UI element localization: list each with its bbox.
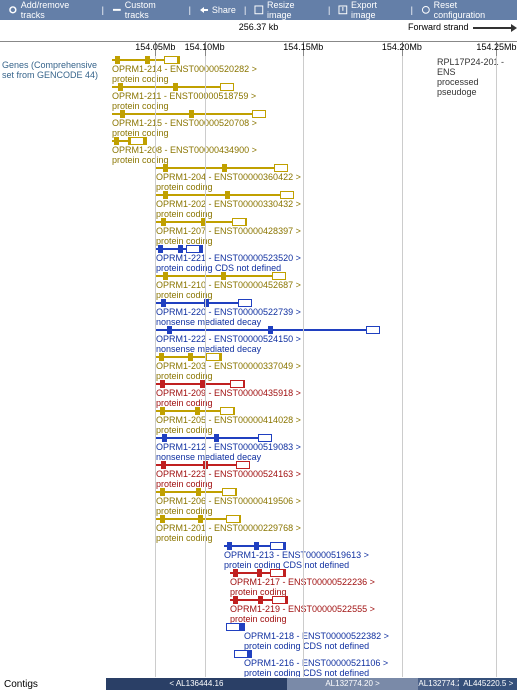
share-button[interactable]: Share: [195, 0, 240, 20]
gene-track[interactable]: OPRM1-222 - ENST00000524150 >nonsense me…: [106, 326, 517, 353]
contig-segment[interactable]: AL132774.20 >: [418, 678, 459, 690]
gene-track[interactable]: OPRM1-203 - ENST00000337049 >protein cod…: [106, 353, 517, 380]
gene-track[interactable]: OPRM1-208 - ENST00000434900 >protein cod…: [106, 137, 517, 164]
track-label: OPRM1-202 - ENST00000330432 >protein cod…: [156, 200, 301, 220]
toolbar-label: Reset configuration: [434, 0, 509, 20]
track-label: OPRM1-218 - ENST00000522382 >protein cod…: [244, 632, 389, 652]
contigs-bar[interactable]: < AL136444.16AL132774.20 >AL132774.20 >A…: [106, 678, 517, 690]
track-label: OPRM1-209 - ENST00000435918 >protein cod…: [156, 389, 301, 409]
gene-track[interactable]: OPRM1-215 - ENST00000520708 >protein cod…: [106, 110, 517, 137]
track-viewer[interactable]: OPRM1-214 - ENST00000520282 >protein cod…: [106, 56, 517, 677]
gene-track[interactable]: OPRM1-223 - ENST00000524163 >protein cod…: [106, 461, 517, 488]
toolbar-separator: |: [100, 5, 106, 15]
gene-track[interactable]: OPRM1-209 - ENST00000435918 >protein cod…: [106, 380, 517, 407]
forward-strand-label: Forward strand: [408, 22, 513, 32]
gene-track[interactable]: OPRM1-212 - ENST00000519083 >nonsense me…: [106, 434, 517, 461]
track-label: OPRM1-221 - ENST00000523520 >protein cod…: [156, 254, 301, 274]
gene-track[interactable]: OPRM1-221 - ENST00000523520 >protein cod…: [106, 245, 517, 272]
track-label: OPRM1-204 - ENST00000360422 >protein cod…: [156, 173, 301, 193]
track-label: OPRM1-213 - ENST00000519613 >protein cod…: [224, 551, 369, 571]
track-label: OPRM1-206 - ENST00000419506 >protein cod…: [156, 497, 301, 517]
contig-segment[interactable]: AL132774.20 >: [287, 678, 419, 690]
scale-tick: 154.05Mb: [135, 42, 175, 52]
contig-segment[interactable]: AL445220.5 >: [459, 678, 517, 690]
track-label: OPRM1-212 - ENST00000519083 >nonsense me…: [156, 443, 301, 463]
track-label: OPRM1-220 - ENST00000522739 >nonsense me…: [156, 308, 301, 328]
gene-track[interactable]: OPRM1-202 - ENST00000330432 >protein cod…: [106, 191, 517, 218]
export-icon: [338, 5, 348, 15]
track-label: OPRM1-208 - ENST00000434900 >protein cod…: [112, 146, 257, 166]
gene-track[interactable]: OPRM1-216 - ENST00000521106 >protein cod…: [106, 650, 517, 677]
contigs-label: Contigs: [0, 679, 106, 690]
reset-icon: [421, 5, 431, 15]
toolbar-label: Export image: [351, 0, 403, 20]
gene-track[interactable]: OPRM1-201 - ENST00000229768 >protein cod…: [106, 515, 517, 542]
scale-tick: 154.25Mb: [476, 42, 516, 52]
track-label: OPRM1-211 - ENST00000518759 >protein cod…: [112, 92, 256, 112]
gene-track[interactable]: OPRM1-219 - ENST00000522555 >protein cod…: [106, 596, 517, 623]
toolbar-label: Share: [212, 5, 236, 15]
toolbar: Add/remove tracks | Custom tracks | Shar…: [0, 0, 517, 20]
track-label: OPRM1-210 - ENST00000452687 >protein cod…: [156, 281, 301, 301]
track-label: OPRM1-215 - ENST00000520708 >protein cod…: [112, 119, 257, 139]
contigs-row: Contigs < AL136444.16AL132774.20 >AL1327…: [0, 677, 517, 691]
share-icon: [199, 5, 209, 15]
gene-track[interactable]: OPRM1-207 - ENST00000428397 >protein cod…: [106, 218, 517, 245]
gene-track[interactable]: OPRM1-220 - ENST00000522739 >nonsense me…: [106, 299, 517, 326]
gene-track[interactable]: OPRM1-213 - ENST00000519613 >protein cod…: [106, 542, 517, 569]
track-label: OPRM1-201 - ENST00000229768 >protein cod…: [156, 524, 301, 544]
track-label: OPRM1-205 - ENST00000414028 >protein cod…: [156, 416, 301, 436]
track-label: OPRM1-207 - ENST00000428397 >protein cod…: [156, 227, 301, 247]
ruler-length: 256.37 kb: [239, 22, 279, 32]
gene-track[interactable]: OPRM1-217 - ENST00000522236 >protein cod…: [106, 569, 517, 596]
main-panel: Genes (Comprehensive set from GENCODE 44…: [0, 56, 517, 677]
toolbar-label: Custom tracks: [125, 0, 181, 20]
toolbar-label: Resize image: [267, 0, 320, 20]
contig-segment[interactable]: < AL136444.16: [106, 678, 287, 690]
add-remove-tracks-button[interactable]: Add/remove tracks: [4, 0, 98, 20]
gene-track[interactable]: OPRM1-205 - ENST00000414028 >protein cod…: [106, 407, 517, 434]
gene-track[interactable]: OPRM1-218 - ENST00000522382 >protein cod…: [106, 623, 517, 650]
scale-tick: 154.10Mb: [185, 42, 225, 52]
resize-image-button[interactable]: Resize image: [250, 0, 324, 20]
toolbar-separator: |: [409, 5, 415, 15]
track-label: OPRM1-203 - ENST00000337049 >protein cod…: [156, 362, 301, 382]
reset-config-button[interactable]: Reset configuration: [417, 0, 513, 20]
arrow-right-icon: [473, 27, 513, 29]
track-label: OPRM1-214 - ENST00000520282 >protein cod…: [112, 65, 257, 85]
toolbar-separator: |: [187, 5, 193, 15]
track-list: OPRM1-214 - ENST00000520282 >protein cod…: [106, 56, 517, 677]
track-label: OPRM1-216 - ENST00000521106 >protein cod…: [244, 659, 388, 677]
toolbar-separator: |: [326, 5, 332, 15]
gene-track[interactable]: OPRM1-206 - ENST00000419506 >protein cod…: [106, 488, 517, 515]
export-image-button[interactable]: Export image: [334, 0, 406, 20]
track-label: OPRM1-222 - ENST00000524150 >nonsense me…: [156, 335, 301, 355]
scale-tick: 154.15Mb: [283, 42, 323, 52]
wrench-icon: [112, 5, 122, 15]
gene-track[interactable]: OPRM1-204 - ENST00000360422 >protein cod…: [106, 164, 517, 191]
position-scale: 154.05Mb 154.10Mb 154.15Mb 154.20Mb 154.25Mb: [0, 42, 517, 56]
track-label: OPRM1-223 - ENST00000524163 >protein cod…: [156, 470, 301, 490]
toolbar-label: Add/remove tracks: [21, 0, 94, 20]
gene-track[interactable]: OPRM1-210 - ENST00000452687 >protein cod…: [106, 272, 517, 299]
gear-icon: [8, 5, 18, 15]
resize-icon: [254, 5, 264, 15]
custom-tracks-button[interactable]: Custom tracks: [108, 0, 185, 20]
scale-tick: 154.20Mb: [382, 42, 422, 52]
right-annotation: RPL17P24-201 - ENSprocessed pseudoge: [437, 58, 517, 98]
toolbar-separator: |: [242, 5, 248, 15]
length-ruler: 256.37 kb Forward strand: [0, 20, 517, 42]
track-set-label: Genes (Comprehensive set from GENCODE 44…: [0, 56, 106, 677]
